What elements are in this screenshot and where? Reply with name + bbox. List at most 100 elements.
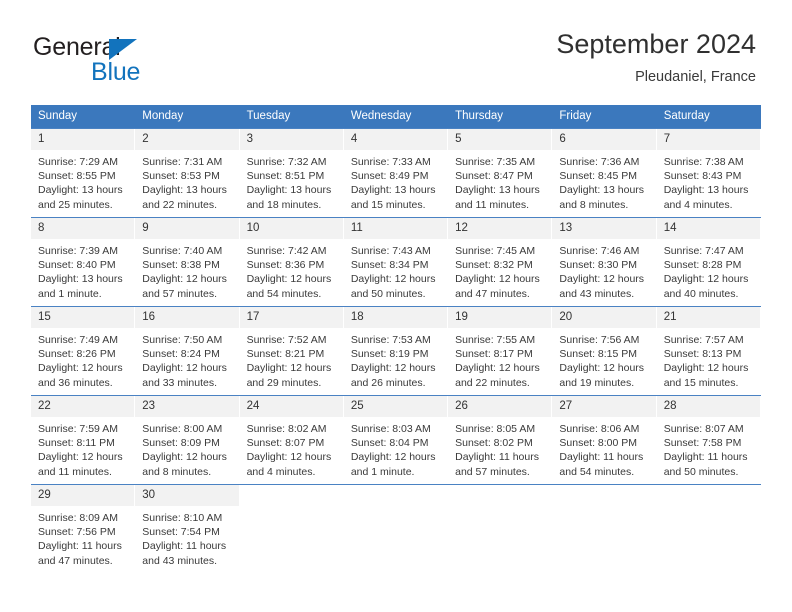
calendar-day-cell[interactable]: 1 Sunrise: 7:29 AM Sunset: 8:55 PM Daylight… (31, 128, 136, 218)
day-cell-body (656, 485, 761, 573)
daylight-duration-line2: and 1 minute. (38, 287, 102, 300)
daylight-duration-line1: Daylight: 12 hours (559, 273, 645, 286)
day-number: 7 (656, 129, 760, 150)
calendar-day-cell[interactable]: 29 Sunrise: 8:09 AM Sunset: 7:56 PM Dayligh… (31, 484, 136, 573)
sunset-time: Sunset: 8:04 PM (350, 437, 429, 450)
calendar-day-cell[interactable]: 2 Sunrise: 7:31 AM Sunset: 8:53 PM Daylight… (135, 128, 240, 218)
day-sun-info: Sunrise: 8:06 AM Sunset: 8:00 PM Daylight:… (552, 417, 655, 479)
daylight-duration-line2: and 11 minutes. (38, 465, 112, 478)
calendar-day-cell[interactable]: 30 Sunrise: 8:10 AM Sunset: 7:54 PM Dayligh… (135, 484, 240, 573)
day-number: 28 (656, 396, 760, 417)
calendar-day-cell[interactable]: 19 Sunrise: 7:55 AM Sunset: 8:17 PM Dayligh… (448, 306, 553, 396)
daylight-duration-line2: and 25 minutes. (38, 198, 113, 211)
daylight-duration-line1: Daylight: 12 hours (350, 273, 436, 286)
day-sun-info: Sunrise: 8:05 AM Sunset: 8:02 PM Daylight:… (448, 417, 551, 479)
calendar-day-cell[interactable]: 20 Sunrise: 7:56 AM Sunset: 8:15 PM Dayligh… (552, 306, 657, 396)
sunrise-time: Sunrise: 8:10 AM (142, 512, 223, 524)
calendar-day-cell[interactable]: 12 Sunrise: 7:45 AM Sunset: 8:32 PM Dayligh… (448, 217, 553, 307)
sunset-time: Sunset: 8:15 PM (559, 348, 638, 361)
daylight-duration-line2: and 19 minutes. (559, 376, 635, 389)
sunrise-time: Sunrise: 7:33 AM (350, 156, 431, 168)
daylight-duration-line2: and 29 minutes. (246, 376, 322, 389)
weekday-header-thursday: Thursday (448, 105, 553, 129)
day-number: 18 (343, 307, 448, 328)
day-sun-info: Sunrise: 7:35 AM Sunset: 8:47 PM Daylight:… (448, 150, 551, 212)
calendar-day-cell[interactable]: 3 Sunrise: 7:32 AM Sunset: 8:51 PM Daylight… (239, 128, 344, 218)
sunset-time: Sunset: 8:07 PM (246, 437, 325, 450)
day-number: 26 (448, 396, 552, 417)
day-number: 20 (552, 307, 656, 328)
calendar-day-cell[interactable]: 17 Sunrise: 7:52 AM Sunset: 8:21 PM Dayligh… (239, 306, 344, 396)
calendar-day-cell[interactable]: 25 Sunrise: 8:03 AM Sunset: 8:04 PM Dayligh… (343, 395, 449, 485)
day-cell-body: 14 Sunrise: 7:47 AM Sunset: 8:28 PM Dayligh… (656, 218, 761, 306)
sunset-time: Sunset: 8:11 PM (38, 437, 115, 450)
daylight-duration-line1: Daylight: 12 hours (350, 451, 436, 464)
daylight-duration-line2: and 47 minutes. (38, 554, 113, 567)
daylight-duration-line2: and 15 minutes. (663, 376, 739, 389)
calendar-day-cell[interactable]: 27 Sunrise: 8:06 AM Sunset: 8:00 PM Dayligh… (552, 395, 657, 485)
calendar-week-row: 22 Sunrise: 7:59 AM Sunset: 8:11 PM Dayligh… (31, 395, 761, 485)
sunset-time: Sunset: 8:47 PM (455, 170, 533, 183)
calendar-day-cell[interactable]: 21 Sunrise: 7:57 AM Sunset: 8:13 PM Dayligh… (656, 306, 761, 396)
weekday-header-tuesday: Tuesday (239, 105, 344, 129)
sunset-time: Sunset: 8:51 PM (246, 170, 325, 183)
sunset-time: Sunset: 8:40 PM (38, 259, 116, 272)
calendar-day-cell[interactable]: 14 Sunrise: 7:47 AM Sunset: 8:28 PM Dayligh… (656, 217, 761, 307)
daylight-duration-line1: Daylight: 12 hours (663, 273, 749, 286)
sunset-time: Sunset: 8:53 PM (142, 170, 220, 183)
day-sun-info: Sunrise: 7:45 AM Sunset: 8:32 PM Daylight:… (448, 239, 551, 301)
daylight-duration-line2: and 22 minutes. (142, 198, 217, 211)
calendar-empty-cell (448, 484, 553, 573)
calendar-day-cell[interactable]: 28 Sunrise: 8:07 AM Sunset: 7:58 PM Dayligh… (656, 395, 761, 485)
daylight-duration-line2: and 50 minutes. (663, 465, 739, 478)
calendar-day-cell[interactable]: 15 Sunrise: 7:49 AM Sunset: 8:26 PM Dayligh… (31, 306, 136, 396)
general-blue-logo[interactable]: General Blue (33, 33, 203, 86)
sunset-time: Sunset: 7:56 PM (38, 526, 116, 539)
sunrise-time: Sunrise: 7:52 AM (246, 334, 327, 346)
day-sun-info: Sunrise: 7:43 AM Sunset: 8:34 PM Daylight:… (344, 239, 447, 301)
day-sun-info: Sunrise: 7:31 AM Sunset: 8:53 PM Daylight:… (135, 150, 238, 212)
sunrise-time: Sunrise: 7:47 AM (663, 245, 744, 257)
calendar-day-cell[interactable]: 9 Sunrise: 7:40 AM Sunset: 8:38 PM Daylight… (135, 217, 240, 307)
day-cell-body (552, 485, 657, 573)
day-cell-body: 22 Sunrise: 7:59 AM Sunset: 8:11 PM Dayligh… (31, 396, 136, 484)
sunrise-time: Sunrise: 8:00 AM (142, 423, 223, 435)
calendar-day-cell[interactable]: 22 Sunrise: 7:59 AM Sunset: 8:11 PM Dayligh… (31, 395, 136, 485)
day-sun-info: Sunrise: 7:52 AM Sunset: 8:21 PM Daylight:… (240, 328, 343, 390)
day-cell-body: 18 Sunrise: 7:53 AM Sunset: 8:19 PM Dayligh… (343, 307, 449, 395)
calendar-day-cell[interactable]: 16 Sunrise: 7:50 AM Sunset: 8:24 PM Dayligh… (135, 306, 240, 396)
calendar-day-cell[interactable]: 13 Sunrise: 7:46 AM Sunset: 8:30 PM Dayligh… (552, 217, 657, 307)
sunrise-time: Sunrise: 7:56 AM (559, 334, 640, 346)
sunset-time: Sunset: 8:17 PM (455, 348, 533, 361)
calendar-day-cell[interactable]: 8 Sunrise: 7:39 AM Sunset: 8:40 PM Daylight… (31, 217, 136, 307)
sunset-time: Sunset: 8:55 PM (38, 170, 116, 183)
day-sun-info: Sunrise: 7:36 AM Sunset: 8:45 PM Daylight:… (552, 150, 655, 212)
day-sun-info: Sunrise: 7:40 AM Sunset: 8:38 PM Daylight:… (135, 239, 238, 301)
calendar-day-cell[interactable]: 26 Sunrise: 8:05 AM Sunset: 8:02 PM Dayligh… (448, 395, 553, 485)
daylight-duration-line1: Daylight: 13 hours (663, 184, 749, 197)
calendar-day-cell[interactable]: 11 Sunrise: 7:43 AM Sunset: 8:34 PM Dayligh… (343, 217, 449, 307)
daylight-duration-line2: and 22 minutes. (455, 376, 530, 389)
calendar-page: General Blue September 2024 Pleudaniel, … (0, 0, 792, 612)
day-cell-body: 13 Sunrise: 7:46 AM Sunset: 8:30 PM Dayligh… (552, 218, 657, 306)
day-cell-body: 12 Sunrise: 7:45 AM Sunset: 8:32 PM Dayligh… (448, 218, 553, 306)
sunset-time: Sunset: 8:36 PM (246, 259, 325, 272)
calendar-day-cell[interactable]: 23 Sunrise: 8:00 AM Sunset: 8:09 PM Dayligh… (135, 395, 240, 485)
sunset-time: Sunset: 8:00 PM (559, 437, 638, 450)
day-number (656, 485, 761, 506)
day-number: 21 (656, 307, 760, 328)
day-number: 29 (31, 485, 135, 506)
sunset-time: Sunset: 7:58 PM (663, 437, 742, 450)
day-cell-body: 23 Sunrise: 8:00 AM Sunset: 8:09 PM Dayligh… (135, 396, 240, 484)
calendar-day-cell[interactable]: 10 Sunrise: 7:42 AM Sunset: 8:36 PM Dayligh… (239, 217, 344, 307)
calendar-day-cell[interactable]: 7 Sunrise: 7:38 AM Sunset: 8:43 PM Daylight… (656, 128, 761, 218)
day-number (343, 485, 449, 506)
calendar-day-cell[interactable]: 5 Sunrise: 7:35 AM Sunset: 8:47 PM Daylight… (448, 128, 553, 218)
calendar-day-cell[interactable]: 6 Sunrise: 7:36 AM Sunset: 8:45 PM Daylight… (552, 128, 657, 218)
day-number: 11 (343, 218, 448, 239)
calendar-day-cell[interactable]: 18 Sunrise: 7:53 AM Sunset: 8:19 PM Dayligh… (343, 306, 449, 396)
calendar-day-cell[interactable]: 4 Sunrise: 7:33 AM Sunset: 8:49 PM Daylight… (343, 128, 449, 218)
day-cell-body: 10 Sunrise: 7:42 AM Sunset: 8:36 PM Dayligh… (239, 218, 344, 306)
calendar-day-cell[interactable]: 24 Sunrise: 8:02 AM Sunset: 8:07 PM Dayligh… (239, 395, 344, 485)
day-sun-info: Sunrise: 7:50 AM Sunset: 8:24 PM Daylight:… (135, 328, 238, 390)
